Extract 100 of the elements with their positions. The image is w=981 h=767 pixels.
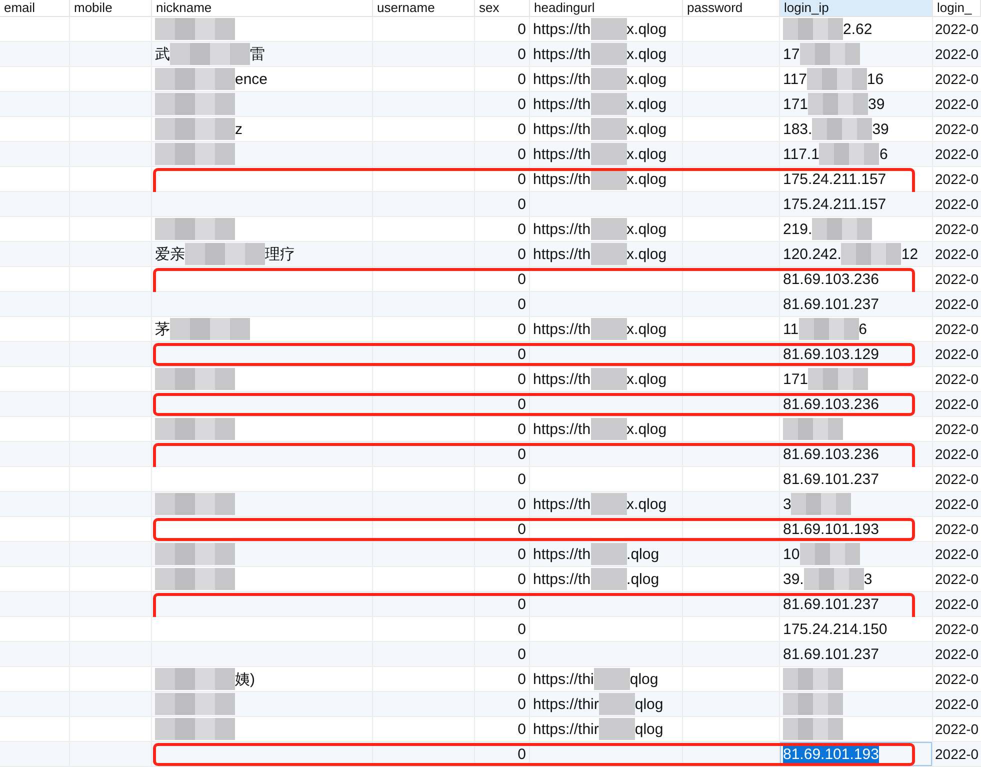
- cell-text: .qlog: [626, 546, 660, 562]
- cell-text: 81.69.101.237: [783, 646, 879, 662]
- cell-text: https://th: [533, 20, 591, 38]
- table-cell[interactable]: [780, 417, 933, 442]
- cell-text: 爱亲: [155, 244, 185, 264]
- table-cell[interactable]: 120.242. 12: [780, 242, 933, 267]
- cell-text: 117.1: [783, 146, 820, 162]
- table-row[interactable]: 0 81.69.101.237 2022-0: [0, 467, 981, 492]
- table-cell[interactable]: [780, 692, 933, 717]
- table-row[interactable]: 0 81.69.103.236 2022-0: [0, 442, 981, 467]
- cell-text: https://th: [533, 546, 591, 562]
- table-row[interactable]: 0 175.24.214.150 2022-0: [0, 617, 981, 642]
- table-row[interactable]: 0 https://th x.qlog 117.1 6 2022-0: [0, 142, 981, 167]
- cell-text: 2.62: [843, 20, 872, 38]
- table-row[interactable]: 0 https://th x.qlog 3 2022-0: [0, 492, 981, 517]
- cell-text: 16: [866, 70, 884, 88]
- table-row[interactable]: 姨) 0 https://thi qlog 2022-0: [0, 667, 981, 692]
- table-row[interactable]: ence 0 https://th x.qlog 117 16 2022-0: [0, 67, 981, 92]
- table-row[interactable]: 0 81.69.103.129 2022-0: [0, 342, 981, 367]
- cell-text: https://th: [533, 220, 591, 238]
- cell-text: x.qlog: [626, 170, 667, 188]
- cell-text: https://th: [533, 570, 591, 588]
- table-row[interactable]: 0 https://th x.qlog 171 39 2022-0: [0, 92, 981, 117]
- table-cell[interactable]: 117 16: [780, 67, 933, 92]
- table-cell[interactable]: 183. 39: [780, 117, 933, 142]
- cell-text: 81.69.103.236: [783, 446, 879, 462]
- table-cell[interactable]: 39. 3: [780, 567, 933, 592]
- cell-text: https://thi: [533, 670, 594, 688]
- cell-text: https://th: [533, 170, 591, 188]
- cell-text: qlog: [630, 670, 658, 688]
- table-cell[interactable]: 171 39: [780, 92, 933, 117]
- cell-text: 175.24.214.150: [783, 620, 888, 638]
- cell-text: 183.: [783, 120, 812, 138]
- cell-text: x.qlog: [626, 370, 667, 388]
- table-row[interactable]: 0 81.69.101.237 2022-0: [0, 292, 981, 317]
- table-row[interactable]: 0 81.69.101.193 2022-0: [0, 517, 981, 542]
- table-cell[interactable]: 17: [780, 42, 933, 67]
- cell-text: 171: [783, 96, 808, 112]
- cell-text: https://th: [533, 146, 591, 162]
- cell-text: https://th: [533, 496, 591, 512]
- table-cell[interactable]: 117.1 6: [780, 142, 933, 167]
- table-row[interactable]: 0 https://th .qlog 39. 3 2022-0: [0, 567, 981, 592]
- table-cell[interactable]: 171: [780, 367, 933, 392]
- table-row[interactable]: 0 https://th x.qlog 171 2022-0: [0, 367, 981, 392]
- table-row[interactable]: 0 https://th x.qlog 219. 2022-0: [0, 217, 981, 242]
- cell-text: x.qlog: [626, 496, 667, 512]
- table-row[interactable]: 爱亲 理疗 0 https://th x.qlog 120.242. 12 2022-0: [0, 242, 981, 267]
- table-cell[interactable]: 2.62: [780, 17, 933, 42]
- table-row[interactable]: 0 81.69.101.237 2022-0: [0, 592, 981, 617]
- table-row[interactable]: 茅 0 https://th x.qlog 11 6 2022-0: [0, 317, 981, 342]
- cell-text: 10: [783, 546, 800, 562]
- cell-text: x.qlog: [626, 420, 667, 438]
- table-row[interactable]: 0 https://th x.qlog 2022-0: [0, 417, 981, 442]
- cell-text: qlog: [634, 720, 664, 738]
- table-row[interactable]: 0 https://thir qlog 2022-0: [0, 717, 981, 742]
- cell-text: 120.242.: [783, 246, 842, 262]
- column-header[interactable]: login_ip: [780, 0, 933, 17]
- table-row[interactable]: z 0 https://th x.qlog 183. 39 2022-0: [0, 117, 981, 142]
- cell-text: https://th: [533, 370, 591, 388]
- table-cell[interactable]: 10: [780, 542, 933, 567]
- cell-text: https://th: [533, 46, 591, 62]
- table-row[interactable]: 0 https://th .qlog 10 2022-0: [0, 542, 981, 567]
- cell-text: https://th: [533, 246, 591, 262]
- table-row[interactable]: 0 81.69.103.236 2022-0: [0, 392, 981, 417]
- table-row[interactable]: 0 81.69.103.236 2022-0: [0, 267, 981, 292]
- cell-text: x.qlog: [626, 96, 667, 112]
- cell-text: https://th: [533, 420, 591, 438]
- table-row[interactable]: 0 81.69.101.193 2022-0: [0, 742, 981, 767]
- cell-text: 81.69.101.237: [783, 296, 879, 312]
- table-row[interactable]: 0 https://thir qlog 2022-0: [0, 692, 981, 717]
- table-row[interactable]: 武 雷 0 https://th x.qlog 17 2022-0: [0, 42, 981, 67]
- cell-text: https://th: [533, 320, 591, 338]
- cell-text: 219.: [783, 220, 812, 238]
- table-row[interactable]: 0 175.24.211.157 2022-0: [0, 192, 981, 217]
- table-cell: 2022-0: [933, 742, 981, 767]
- cell-text: 17: [783, 46, 800, 62]
- table-cell[interactable]: 11 6: [780, 317, 933, 342]
- cell-text: 3: [864, 570, 872, 588]
- cell-text: https://th: [533, 96, 591, 112]
- table-cell[interactable]: [780, 667, 933, 692]
- table-row[interactable]: 0 https://th x.qlog 2.62 2022-0: [0, 17, 981, 42]
- table-row[interactable]: 0 https://th x.qlog 175.24.211.157 2022-0: [0, 167, 981, 192]
- cell-text: https://thir: [533, 696, 599, 712]
- table-row[interactable]: 0 81.69.101.237 2022-0: [0, 642, 981, 667]
- cell-text: x.qlog: [626, 246, 667, 262]
- cell-text: 39: [872, 120, 889, 138]
- table-cell[interactable]: 219.: [780, 217, 933, 242]
- table-cell[interactable]: 3: [780, 492, 933, 517]
- cell-text: 81.69.103.129: [783, 346, 879, 362]
- cell-text: 雷: [250, 44, 265, 64]
- cell-text: 3: [783, 496, 792, 512]
- cell-text: https://thir: [533, 720, 599, 738]
- cell-text: 6: [858, 320, 867, 338]
- cell-text: 11: [783, 320, 799, 338]
- table-cell[interactable]: 81.69.101.193: [780, 742, 933, 767]
- cell-text: x.qlog: [626, 146, 667, 162]
- cell-text: https://th: [533, 70, 591, 88]
- table-cell[interactable]: [780, 717, 933, 742]
- cell-text: 武: [155, 44, 170, 64]
- cell-text: 81.69.101.237: [783, 470, 879, 488]
